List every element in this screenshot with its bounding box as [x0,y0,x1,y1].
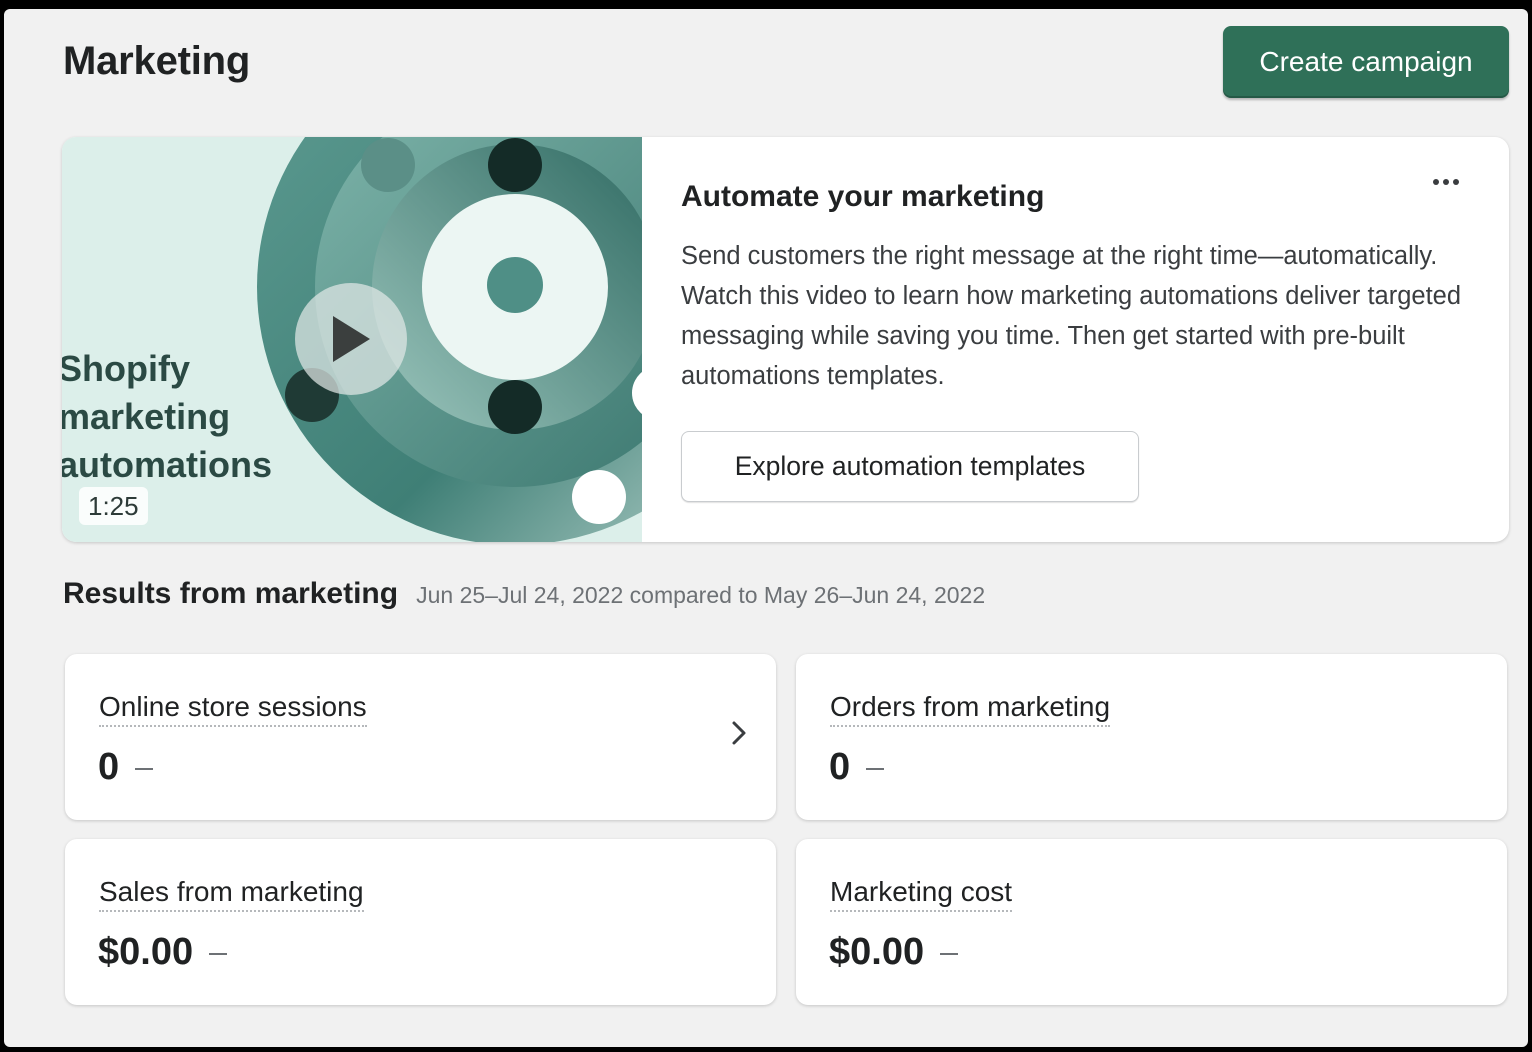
metric-label[interactable]: Online store sessions [99,691,367,727]
promo-heading: Automate your marketing [681,180,1045,213]
results-header: Results from marketing Jun 25–Jul 24, 20… [63,577,985,611]
metric-value: 0 [829,746,851,788]
no-change-dash-icon [209,952,228,955]
promo-description: Send customers the right message at the … [681,242,1462,390]
page-title: Marketing [63,39,251,83]
results-title: Results from marketing [63,577,399,610]
marketing-page: Marketing Create campaign Shopify market… [4,9,1528,1047]
chevron-right-icon[interactable] [724,718,754,748]
automation-promo-card: Shopify marketing automations 1:25 Autom… [62,137,1509,542]
metric-card-marketing-cost: Marketing cost $0.00 [796,839,1507,1005]
metric-value-row: $0.00 [98,931,228,974]
metric-value: 0 [98,746,120,788]
no-change-dash-icon [135,767,154,770]
metric-label[interactable]: Sales from marketing [99,876,364,912]
video-thumbnail[interactable]: Shopify marketing automations 1:25 [62,137,642,542]
metric-card-orders-from-marketing: Orders from marketing 0 [796,654,1507,820]
horizontal-dots-icon [1453,179,1459,185]
horizontal-dots-icon [1443,179,1449,185]
metric-value: $0.00 [98,931,194,973]
metric-label[interactable]: Marketing cost [830,876,1013,912]
metric-card-sales-from-marketing: Sales from marketing $0.00 [65,839,776,1005]
play-icon [333,316,370,362]
promo-content: Automate your marketing Send customers t… [681,177,1471,396]
metric-value: $0.00 [829,931,925,973]
more-actions-button[interactable] [1422,167,1470,197]
video-title: Shopify marketing automations [62,348,273,485]
explore-automation-templates-button[interactable]: Explore automation templates [681,431,1139,502]
create-campaign-button[interactable]: Create campaign [1223,26,1509,98]
video-duration-badge: 1:25 [79,487,148,525]
metric-label[interactable]: Orders from marketing [830,691,1111,727]
metric-value-row: 0 [98,746,154,789]
results-date-range: Jun 25–Jul 24, 2022 compared to May 26–J… [416,582,986,608]
play-video-button[interactable] [295,283,407,395]
no-change-dash-icon [940,952,959,955]
metric-card-online-store-sessions[interactable]: Online store sessions 0 [65,654,776,820]
horizontal-dots-icon [1433,179,1439,185]
metric-value-row: 0 [829,746,885,789]
metric-value-row: $0.00 [829,931,959,974]
no-change-dash-icon [866,767,885,770]
